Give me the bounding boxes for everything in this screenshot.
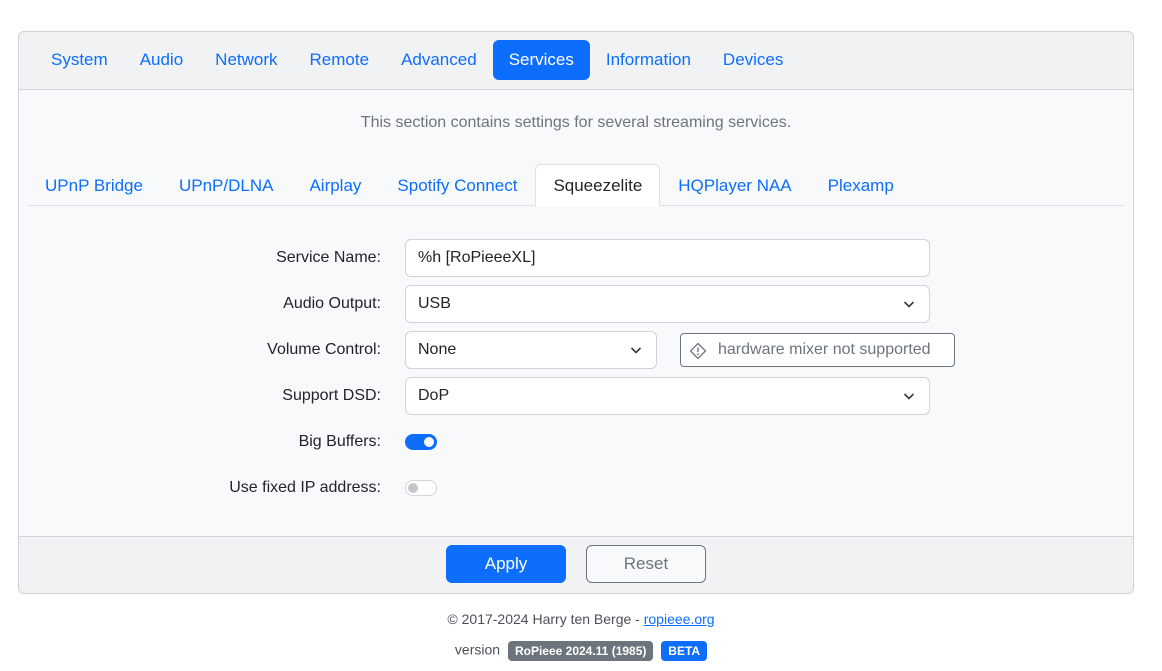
volume-control-select[interactable]: None xyxy=(405,331,657,369)
subtab-spotify-connect[interactable]: Spotify Connect xyxy=(379,164,535,206)
volume-control-row: Volume Control: None hardware mixer not … xyxy=(19,331,1133,369)
toggle-knob xyxy=(408,483,418,493)
audio-output-label: Audio Output: xyxy=(283,295,381,312)
chevron-down-icon xyxy=(903,393,915,400)
tab-remote[interactable]: Remote xyxy=(294,40,386,80)
service-name-label: Service Name: xyxy=(276,249,381,266)
tab-system[interactable]: System xyxy=(35,40,124,80)
fixed-ip-toggle[interactable] xyxy=(405,480,437,496)
subtab-airplay[interactable]: Airplay xyxy=(291,164,379,206)
volume-hint-text: hardware mixer not supported xyxy=(718,341,931,358)
copyright-line: © 2017-2024 Harry ten Berge - ropieee.or… xyxy=(0,611,1162,627)
tab-services[interactable]: Services xyxy=(492,40,590,80)
warning-diamond-icon xyxy=(689,342,707,360)
tab-information[interactable]: Information xyxy=(590,40,707,80)
volume-hint-badge: hardware mixer not supported xyxy=(680,333,955,367)
big-buffers-toggle[interactable] xyxy=(405,434,437,450)
apply-button[interactable]: Apply xyxy=(446,545,566,583)
service-name-input[interactable]: %h [RoPieeeXL] xyxy=(405,239,930,277)
subtab-hqplayer-naa[interactable]: HQPlayer NAA xyxy=(660,164,809,206)
big-buffers-row: Big Buffers: xyxy=(19,423,1133,461)
fixed-ip-label: Use fixed IP address: xyxy=(229,479,381,496)
reset-button[interactable]: Reset xyxy=(586,545,706,583)
copyright-text: © 2017-2024 Harry ten Berge - xyxy=(447,611,644,627)
sub-tabs: UPnP Bridge UPnP/DLNA Airplay Spotify Co… xyxy=(27,164,1125,207)
tab-audio[interactable]: Audio xyxy=(124,40,199,80)
settings-card: System Audio Network Remote Advanced Ser… xyxy=(18,31,1134,594)
volume-control-value: None xyxy=(418,341,457,358)
subtab-upnp-dlna[interactable]: UPnP/DLNA xyxy=(161,164,291,206)
version-label: version xyxy=(454,641,501,658)
audio-output-select[interactable]: USB xyxy=(405,285,930,323)
tab-advanced[interactable]: Advanced xyxy=(385,40,493,80)
support-dsd-label: Support DSD: xyxy=(282,387,381,404)
audio-output-value: USB xyxy=(418,295,451,312)
subtab-upnp-bridge[interactable]: UPnP Bridge xyxy=(27,164,161,206)
big-buffers-label: Big Buffers: xyxy=(298,433,381,450)
fixed-ip-row: Use fixed IP address: xyxy=(19,469,1133,507)
subtab-squeezelite[interactable]: Squeezelite xyxy=(535,164,661,207)
volume-control-label: Volume Control: xyxy=(267,341,381,358)
card-header: System Audio Network Remote Advanced Ser… xyxy=(19,32,1133,90)
version-line: version RoPieee 2024.11 (1985) BETA xyxy=(0,641,1162,661)
ropieee-link[interactable]: ropieee.org xyxy=(644,611,715,627)
audio-output-row: Audio Output: USB xyxy=(19,285,1133,323)
tab-network[interactable]: Network xyxy=(199,40,293,80)
subtab-plexamp[interactable]: Plexamp xyxy=(810,164,912,206)
service-name-row: Service Name: %h [RoPieeeXL] xyxy=(19,239,1133,277)
section-description: This section contains settings for sever… xyxy=(360,114,792,131)
chevron-down-icon xyxy=(630,347,642,354)
chevron-down-icon xyxy=(903,301,915,308)
card-footer: Apply Reset xyxy=(19,536,1133,593)
version-badge: RoPieee 2024.11 (1985) xyxy=(507,641,654,661)
support-dsd-select[interactable]: DoP xyxy=(405,377,930,415)
main-tabs: System Audio Network Remote Advanced Ser… xyxy=(35,40,799,80)
beta-badge: BETA xyxy=(661,641,708,661)
support-dsd-row: Support DSD: DoP xyxy=(19,377,1133,415)
tab-devices[interactable]: Devices xyxy=(707,40,799,80)
support-dsd-value: DoP xyxy=(418,387,450,404)
toggle-knob xyxy=(424,437,434,447)
